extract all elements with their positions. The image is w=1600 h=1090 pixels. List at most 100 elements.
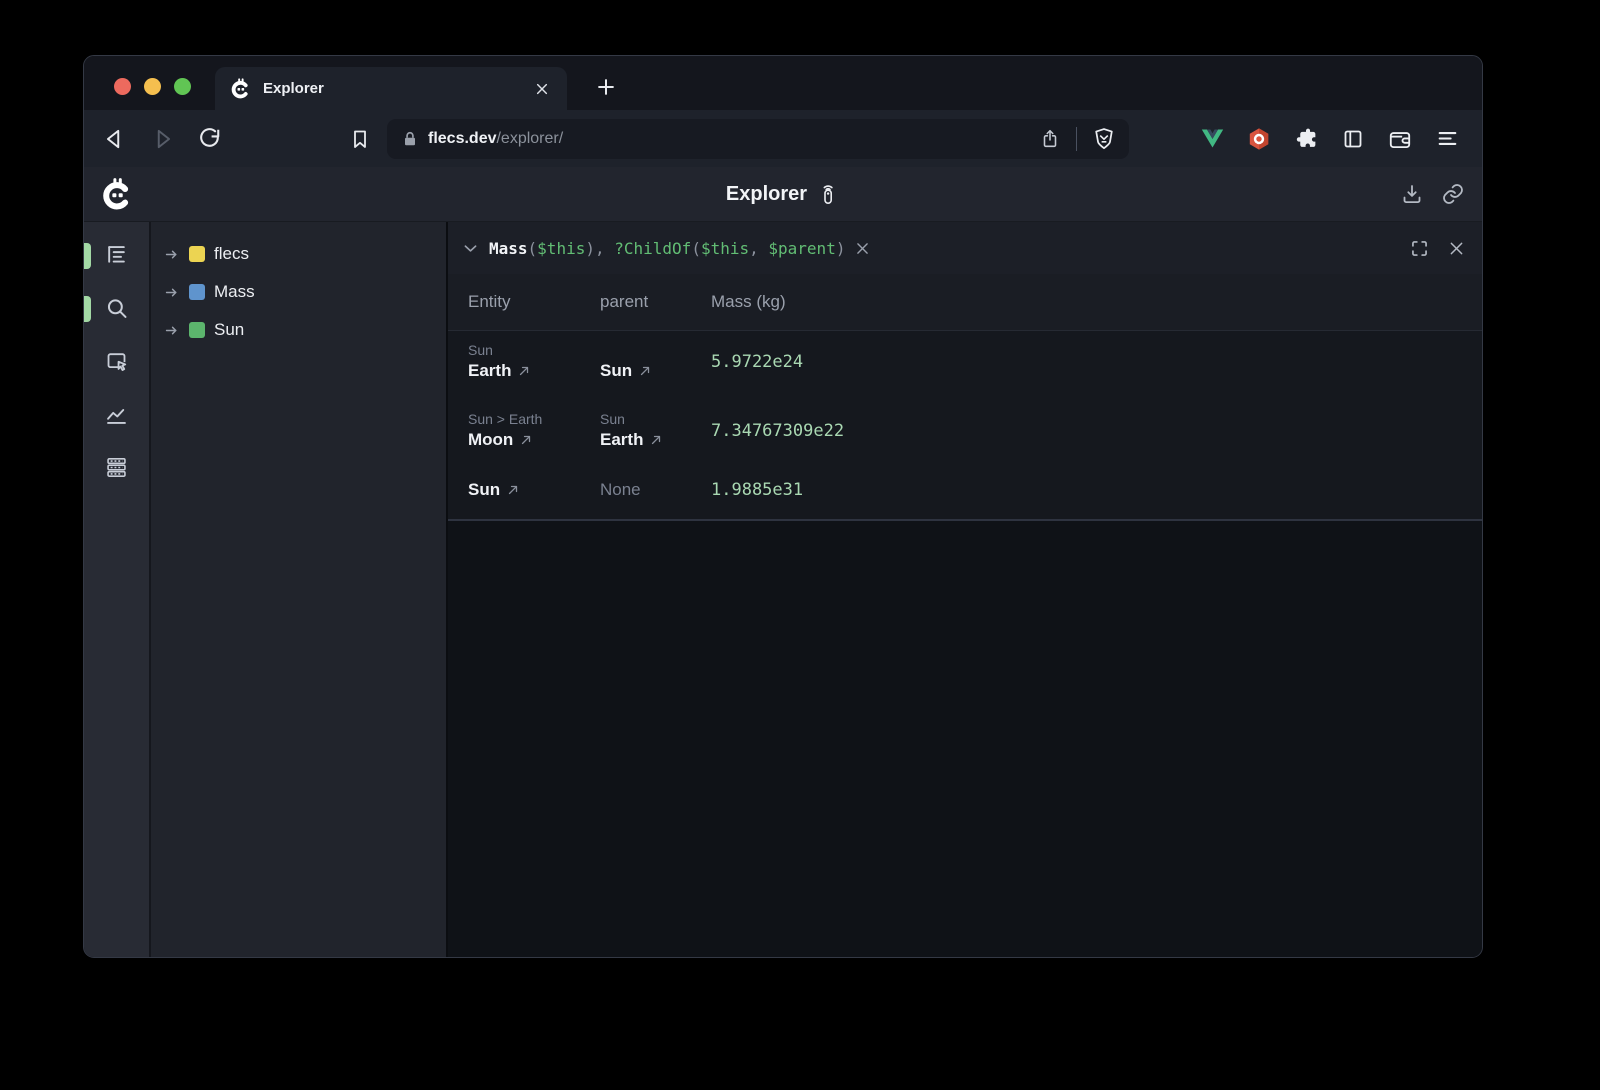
tree-item-label: flecs — [214, 244, 249, 264]
sidebar-item-memory[interactable] — [84, 454, 149, 482]
remote-connection-icon — [816, 182, 840, 206]
parent-link[interactable]: Earth — [600, 430, 711, 450]
url-bar[interactable]: flecs.dev/explorer/ — [387, 119, 1129, 159]
external-link-icon — [517, 364, 531, 378]
query-token: ) — [836, 239, 846, 258]
entity-path: Sun > Earth — [468, 411, 600, 427]
sidebar-panel-icon[interactable] — [1338, 124, 1368, 154]
entity-cell: Sun — [468, 480, 600, 500]
url-bar-divider — [1076, 127, 1077, 151]
url-text: flecs.dev/explorer/ — [428, 130, 1036, 148]
wallet-icon[interactable] — [1385, 124, 1415, 154]
close-window-button[interactable] — [114, 78, 131, 95]
mass-value: 1.9885e31 — [711, 480, 1482, 500]
close-panel-icon[interactable] — [1444, 236, 1468, 260]
parent-cell: Sun — [600, 361, 711, 381]
expand-arrow-icon[interactable] — [163, 284, 180, 301]
lock-icon — [400, 129, 420, 149]
entity-link[interactable]: Earth — [468, 361, 600, 381]
entity-tree: flecs Mass Sun — [149, 222, 446, 957]
zoom-window-button[interactable] — [174, 78, 191, 95]
extensions-group — [1197, 124, 1466, 154]
query-clear-icon[interactable] — [851, 237, 873, 259]
expand-arrow-icon[interactable] — [163, 246, 180, 263]
browser-tab[interactable]: Explorer — [215, 67, 567, 110]
main-panel: Mass($this), ?ChildOf($this, $parent) — [446, 222, 1482, 957]
parent-link: None — [600, 480, 711, 500]
entity-color-chip — [189, 322, 205, 338]
new-tab-button[interactable] — [593, 74, 619, 100]
browser-window: Explorer — [83, 55, 1483, 958]
table-row: Sun Earth Sun 5.9722e24 — [448, 331, 1482, 400]
table-row: Sun > Earth Moon Sun Earth 7.34767309e22 — [448, 400, 1482, 469]
entity-cell: Sun Earth — [468, 342, 600, 381]
parent-link[interactable]: Sun — [600, 361, 711, 381]
flecs-logo-icon — [99, 176, 135, 212]
mass-value: 5.9722e24 — [711, 352, 1482, 372]
hexagon-extension-icon[interactable] — [1244, 124, 1274, 154]
query-token: ( — [691, 239, 701, 258]
extensions-puzzle-icon[interactable] — [1291, 124, 1321, 154]
query-token: Mass — [489, 239, 528, 258]
query-bar: Mass($this), ?ChildOf($this, $parent) — [448, 222, 1482, 274]
tab-favicon-flecs-logo-icon — [229, 77, 252, 100]
query-token: $this — [537, 239, 585, 258]
content-area: flecs Mass Sun Mass($this) — [84, 222, 1482, 957]
browser-toolbar: flecs.dev/explorer/ — [84, 110, 1482, 167]
column-header-entity: Entity — [468, 292, 600, 312]
reload-icon[interactable] — [194, 124, 224, 154]
parent-cell: None — [600, 480, 711, 500]
table-header: Entity parent Mass (kg) — [448, 274, 1482, 331]
column-header-mass: Mass (kg) — [711, 292, 1482, 312]
query-token: $parent — [768, 239, 835, 258]
share-icon[interactable] — [1036, 125, 1064, 153]
query-token: , — [749, 239, 768, 258]
chevron-down-icon[interactable] — [458, 236, 482, 260]
sidebar-item-statistics[interactable] — [84, 401, 149, 429]
url-path: /explorer/ — [496, 130, 563, 147]
entity-link[interactable]: Sun — [468, 480, 600, 500]
tree-item[interactable]: Mass — [151, 273, 446, 311]
sidebar-item-inspector[interactable] — [84, 348, 149, 376]
parent-cell: Sun Earth — [600, 411, 711, 450]
tree-item-label: Mass — [214, 282, 255, 302]
statistics-chart-icon — [103, 401, 130, 429]
entity-link[interactable]: Moon — [468, 430, 600, 450]
entity-color-chip — [189, 284, 205, 300]
memory-icon — [103, 454, 130, 482]
table-body: Sun Earth Sun 5.9722e24 Sun > Earth Moon — [448, 331, 1482, 519]
inspector-icon — [103, 348, 130, 376]
tree-item[interactable]: flecs — [151, 235, 446, 273]
entity-color-chip — [189, 246, 205, 262]
search-icon — [103, 295, 130, 323]
fullscreen-icon[interactable] — [1407, 236, 1431, 260]
query-token: ( — [528, 239, 538, 258]
bookmark-icon[interactable] — [345, 124, 375, 154]
tree-view-icon — [103, 242, 130, 270]
link-icon[interactable] — [1439, 180, 1467, 208]
url-domain: flecs.dev — [428, 130, 496, 147]
forward-icon[interactable] — [147, 124, 177, 154]
page-title: Explorer — [726, 183, 807, 206]
minimize-window-button[interactable] — [144, 78, 161, 95]
tab-close-icon[interactable] — [531, 78, 553, 100]
menu-icon[interactable] — [1432, 124, 1462, 154]
brave-shield-icon[interactable] — [1089, 124, 1119, 154]
download-icon[interactable] — [1398, 180, 1426, 208]
expand-arrow-icon[interactable] — [163, 322, 180, 339]
query-result-card: Mass($this), ?ChildOf($this, $parent) — [448, 222, 1482, 521]
sidebar-item-search[interactable] — [84, 295, 149, 323]
back-icon[interactable] — [100, 124, 130, 154]
parent-path: Sun — [600, 411, 711, 427]
table-row: Sun None 1.9885e31 — [448, 469, 1482, 519]
tree-item[interactable]: Sun — [151, 311, 446, 349]
query-panel-controls — [1407, 236, 1468, 260]
tree-item-label: Sun — [214, 320, 244, 340]
query-text[interactable]: Mass($this), ?ChildOf($this, $parent) — [489, 239, 845, 258]
external-link-icon — [649, 433, 663, 447]
active-indicator — [84, 243, 91, 269]
app-title-group: Explorer — [84, 182, 1482, 206]
vue-devtools-extension-icon[interactable] — [1197, 124, 1227, 154]
entity-path: Sun — [468, 342, 600, 358]
sidebar-item-tree-view[interactable] — [84, 242, 149, 270]
